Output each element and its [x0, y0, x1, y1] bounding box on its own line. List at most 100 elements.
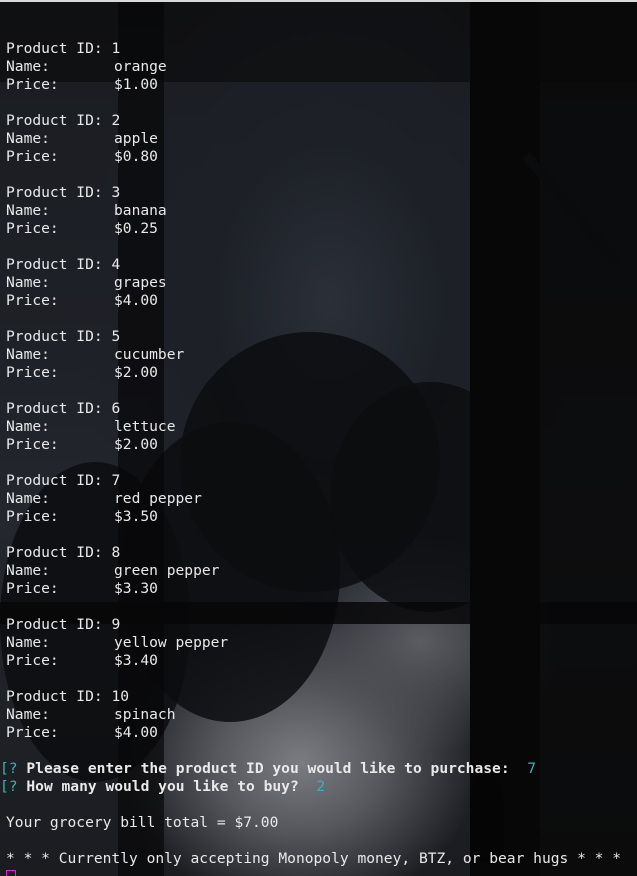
bill-total-line: Your grocery bill total = $7.00	[6, 814, 279, 831]
product-id-label: Product ID:	[6, 616, 103, 633]
product-id-line: Product ID: 3	[6, 184, 621, 202]
prompt-line: [? How many would you like to buy? 2	[0, 778, 621, 796]
product-block: Product ID: 4 Name: grapes Price: $4.00	[6, 256, 621, 328]
product-name-value: lettuce	[114, 418, 176, 435]
input-line[interactable]	[6, 868, 621, 876]
product-block: Product ID: 6 Name: lettuce Price: $2.00	[6, 400, 621, 472]
product-price-value: $0.25	[114, 220, 158, 237]
product-price-value: $4.00	[114, 724, 158, 741]
product-name-value: grapes	[114, 274, 167, 291]
product-price-label: Price:	[6, 220, 59, 237]
product-name-line: Name: red pepper	[6, 490, 621, 508]
product-name-label: Name:	[6, 562, 50, 579]
product-id-value: 5	[111, 328, 121, 345]
product-price-label: Price:	[6, 364, 59, 381]
product-price-line: Price: $3.40	[6, 652, 621, 670]
product-id-value: 3	[111, 184, 121, 201]
product-id-label: Product ID:	[6, 688, 103, 705]
product-block: Product ID: 9 Name: yellow pepper Price: $3.…	[6, 616, 621, 688]
product-name-value: green pepper	[114, 562, 220, 579]
product-name-line: Name: lettuce	[6, 418, 621, 436]
product-block: Product ID: 1 Name: orange Price: $1.00	[6, 40, 621, 112]
product-price-value: $3.40	[114, 652, 158, 669]
product-id-line: Product ID: 6	[6, 400, 621, 418]
prompt-question: Please enter the product ID you would li…	[26, 760, 510, 777]
product-id-label: Product ID:	[6, 40, 103, 57]
product-price-value: $1.00	[114, 76, 158, 93]
product-name-value: spinach	[114, 706, 176, 723]
product-price-line: Price: $0.25	[6, 220, 621, 238]
product-id-line: Product ID: 10	[6, 688, 621, 706]
product-name-value: red pepper	[114, 490, 202, 507]
prompt-answer[interactable]: 7	[527, 760, 536, 777]
product-price-value: $2.00	[114, 364, 158, 381]
payment-notice-line: * * * Currently only accepting Monopoly …	[6, 850, 622, 867]
product-name-line: Name: cucumber	[6, 346, 621, 364]
product-price-label: Price:	[6, 76, 59, 93]
product-id-value: 1	[111, 40, 121, 57]
product-id-value: 6	[111, 400, 121, 417]
product-price-line: Price: $0.80	[6, 148, 621, 166]
product-name-label: Name:	[6, 634, 50, 651]
product-name-value: banana	[114, 202, 167, 219]
product-price-line: Price: $2.00	[6, 436, 621, 454]
product-price-line: Price: $2.00	[6, 364, 621, 382]
prompt-answer[interactable]: 2	[316, 778, 325, 795]
product-id-line: Product ID: 5	[6, 328, 621, 346]
product-price-label: Price:	[6, 148, 59, 165]
product-price-label: Price:	[6, 724, 59, 741]
prompt-line: [? Please enter the product ID you would…	[0, 760, 621, 778]
terminal-window[interactable]: Product ID: 1 Name: orange Price: $1.00 Produ…	[0, 0, 637, 876]
product-name-line: Name: grapes	[6, 274, 621, 292]
product-id-value: 9	[111, 616, 121, 633]
product-price-line: Price: $4.00	[6, 724, 621, 742]
product-id-label: Product ID:	[6, 112, 103, 129]
product-id-label: Product ID:	[6, 544, 103, 561]
product-name-value: orange	[114, 58, 167, 75]
product-name-value: cucumber	[114, 346, 185, 363]
product-name-value: yellow pepper	[114, 634, 229, 651]
product-price-value: $3.50	[114, 508, 158, 525]
product-id-label: Product ID:	[6, 328, 103, 345]
product-name-line: Name: orange	[6, 58, 621, 76]
product-block: Product ID: 5 Name: cucumber Price: $2.00	[6, 328, 621, 400]
product-id-line: Product ID: 4	[6, 256, 621, 274]
product-name-line: Name: green pepper	[6, 562, 621, 580]
product-price-label: Price:	[6, 436, 59, 453]
product-name-line: Name: apple	[6, 130, 621, 148]
product-block: Product ID: 3 Name: banana Price: $0.25	[6, 184, 621, 256]
prompt-marker: [?	[0, 778, 18, 795]
product-block: Product ID: 2 Name: apple Price: $0.80	[6, 112, 621, 184]
product-name-label: Name:	[6, 418, 50, 435]
product-id-line: Product ID: 2	[6, 112, 621, 130]
product-name-line: Name: yellow pepper	[6, 634, 621, 652]
product-name-label: Name:	[6, 346, 50, 363]
product-block: Product ID: 10 Name: spinach Price: $4.00	[6, 688, 621, 760]
product-price-line: Price: $4.00	[6, 292, 621, 310]
product-id-label: Product ID:	[6, 472, 103, 489]
product-id-value: 4	[111, 256, 121, 273]
product-name-value: apple	[114, 130, 158, 147]
product-price-label: Price:	[6, 652, 59, 669]
product-id-label: Product ID:	[6, 184, 103, 201]
product-name-line: Name: spinach	[6, 706, 621, 724]
product-id-label: Product ID:	[6, 256, 103, 273]
product-id-value: 8	[111, 544, 121, 561]
product-id-line: Product ID: 8	[6, 544, 621, 562]
product-price-line: Price: $3.30	[6, 580, 621, 598]
product-name-label: Name:	[6, 490, 50, 507]
product-price-label: Price:	[6, 292, 59, 309]
product-id-value: 2	[111, 112, 121, 129]
product-id-value: 10	[111, 688, 130, 705]
text-cursor	[6, 870, 16, 876]
product-price-value: $0.80	[114, 148, 158, 165]
